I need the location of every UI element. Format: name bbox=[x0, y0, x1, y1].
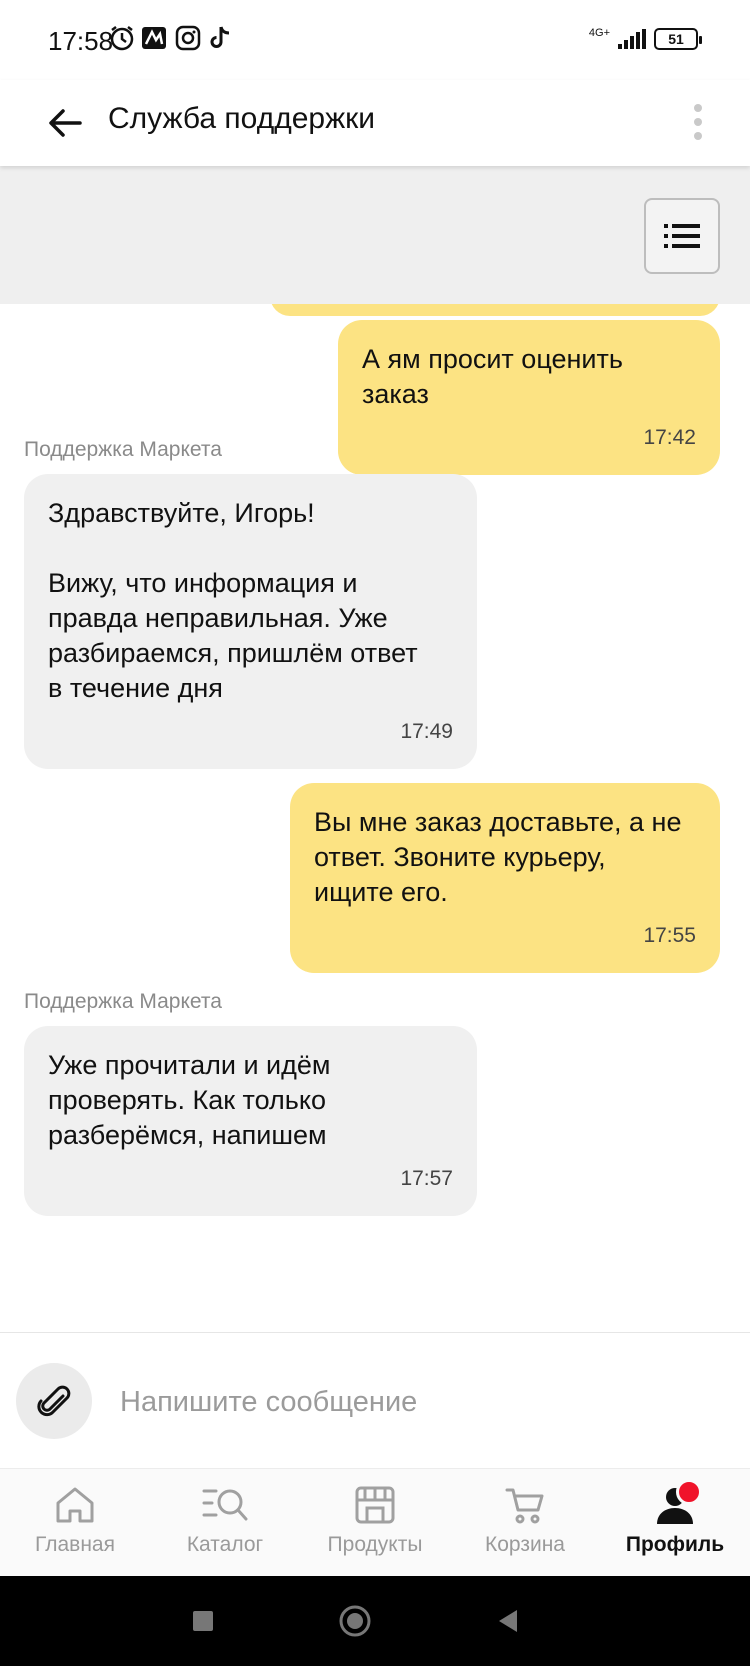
nav-item-profile[interactable]: Профиль bbox=[600, 1469, 750, 1576]
sender-name: Поддержка Маркета bbox=[24, 438, 222, 461]
message-composer bbox=[0, 1332, 750, 1468]
chat-toolbar bbox=[0, 166, 750, 304]
battery-level: 51 bbox=[668, 31, 684, 47]
more-options-button[interactable] bbox=[686, 100, 710, 144]
circle-icon bbox=[339, 1605, 371, 1637]
nav-item-home[interactable]: Главная bbox=[0, 1469, 150, 1576]
message-time: 17:49 bbox=[400, 720, 453, 743]
home-icon bbox=[51, 1481, 99, 1529]
alarm-icon bbox=[108, 24, 136, 52]
message-text: Уже прочитали и идём проверять. Как толь… bbox=[48, 1050, 331, 1150]
nav-label: Каталог bbox=[186, 1533, 264, 1556]
battery-icon: 51 bbox=[654, 28, 702, 50]
message-text: А ям просит оценить заказ bbox=[362, 344, 623, 409]
signal-icon bbox=[618, 29, 646, 49]
nav-label: Корзина bbox=[485, 1533, 565, 1556]
menu-button[interactable] bbox=[644, 198, 720, 274]
system-navigation-bar bbox=[0, 1576, 750, 1666]
nav-item-cart[interactable]: Корзина bbox=[450, 1469, 600, 1576]
tiktok-icon bbox=[206, 24, 234, 52]
catalog-search-icon bbox=[201, 1481, 249, 1529]
nav-item-products[interactable]: Продукты bbox=[300, 1469, 450, 1576]
square-icon bbox=[193, 1611, 213, 1631]
dot-icon bbox=[694, 132, 702, 140]
app-notification-icon bbox=[140, 24, 168, 52]
notification-badge bbox=[676, 1479, 702, 1505]
user-message: Вы мне заказ доставьте, а не ответ. Звон… bbox=[290, 783, 720, 973]
back-button[interactable] bbox=[40, 98, 90, 148]
arrow-left-icon bbox=[49, 109, 82, 137]
message-time: 17:57 bbox=[400, 1167, 453, 1190]
support-message: Здравствуйте, Игорь! Вижу, что информаци… bbox=[24, 474, 477, 769]
message-text: Вы мне заказ доставьте, а не ответ. Звон… bbox=[314, 807, 682, 907]
status-bar: 17:58 4G+ 51 bbox=[0, 0, 750, 80]
message-time: 17:42 bbox=[643, 426, 696, 449]
message-time: 17:55 bbox=[643, 924, 696, 947]
instagram-icon bbox=[174, 24, 202, 52]
list-icon bbox=[664, 224, 700, 248]
bottom-navigation: Главная Каталог Продукты Корзина Профиль bbox=[0, 1468, 750, 1576]
triangle-back-icon bbox=[499, 1610, 517, 1632]
dot-icon bbox=[694, 118, 702, 126]
recent-apps-button[interactable] bbox=[183, 1601, 223, 1641]
status-indicators: 4G+ 51 bbox=[588, 27, 702, 50]
nav-item-catalog[interactable]: Каталог bbox=[150, 1469, 300, 1576]
attach-button[interactable] bbox=[16, 1363, 92, 1439]
nav-label: Профиль bbox=[625, 1533, 725, 1556]
back-system-button[interactable] bbox=[488, 1601, 528, 1641]
support-message: Уже прочитали и идём проверять. Как толь… bbox=[24, 1026, 477, 1216]
page-title: Служба поддержки bbox=[108, 102, 376, 135]
store-icon bbox=[351, 1481, 399, 1529]
nav-label: Главная bbox=[35, 1533, 115, 1556]
status-time: 17:58 bbox=[48, 26, 114, 56]
message-input[interactable] bbox=[120, 1377, 700, 1427]
nav-label: Продукты bbox=[327, 1533, 423, 1556]
dot-icon bbox=[694, 104, 702, 112]
sender-name: Поддержка Маркета bbox=[24, 990, 222, 1013]
message-text: Здравствуйте, Игорь! Вижу, что информаци… bbox=[48, 498, 418, 703]
cart-icon bbox=[501, 1481, 549, 1529]
network-type: 4G+ bbox=[588, 27, 610, 39]
home-system-button[interactable] bbox=[335, 1601, 375, 1641]
paperclip-icon bbox=[37, 1385, 71, 1417]
app-header: Служба поддержки bbox=[0, 80, 750, 166]
user-message: А ям просит оценить заказ 17:42 bbox=[338, 320, 720, 475]
chat-messages: А ям просит оценить заказ 17:42 Поддержк… bbox=[0, 290, 750, 1332]
